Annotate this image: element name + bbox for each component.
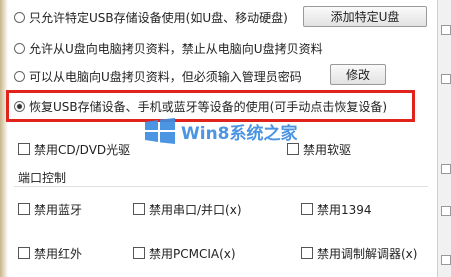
checkbox[interactable] bbox=[301, 247, 313, 259]
radio-label: 可以从电脑向U盘拷贝资料，但必须输入管理员密码 bbox=[29, 69, 302, 84]
port-control-heading: 端口控制 bbox=[18, 171, 67, 185]
radio-button[interactable] bbox=[14, 11, 25, 23]
checkbox-disable-cd-dvd[interactable]: 禁用CD/DVD光驱 bbox=[18, 140, 130, 158]
checkbox[interactable] bbox=[18, 247, 30, 259]
checkbox-disable-1394[interactable]: 禁用1394 bbox=[301, 200, 372, 218]
checkbox-disable-floppy[interactable]: 禁用软驱 bbox=[287, 140, 351, 158]
checkbox-disable-infrared[interactable]: 禁用红外 bbox=[18, 244, 82, 262]
add-specific-usb-button[interactable]: 添加特定U盘 bbox=[303, 6, 427, 27]
left-edge bbox=[0, 0, 8, 277]
checkbox-label: 禁用调制解调器(x) bbox=[317, 246, 418, 261]
radio-password-copy[interactable]: 可以从电脑向U盘拷贝资料，但必须输入管理员密码 bbox=[14, 67, 302, 85]
divider bbox=[14, 186, 428, 187]
checkbox-label: 禁用红外 bbox=[34, 246, 83, 261]
checkbox[interactable] bbox=[287, 143, 299, 155]
edge-checkbox[interactable] bbox=[441, 25, 451, 35]
checkbox[interactable] bbox=[133, 247, 145, 259]
checkbox-label: 禁用PCMCIA(x) bbox=[149, 246, 236, 261]
checkbox[interactable] bbox=[301, 203, 313, 215]
edge-checkbox[interactable] bbox=[441, 255, 451, 265]
edge-checkbox[interactable] bbox=[441, 206, 451, 216]
checkbox-label: 禁用蓝牙 bbox=[34, 202, 83, 217]
watermark: Win8系统之家 bbox=[145, 118, 298, 144]
checkbox-disable-bluetooth[interactable]: 禁用蓝牙 bbox=[18, 200, 82, 218]
radio-only-specific-usb[interactable]: 只允许特定USB存储设备使用(如U盘、移动硬盘) bbox=[14, 8, 288, 26]
checkbox[interactable] bbox=[133, 203, 145, 215]
modify-button[interactable]: 修改 bbox=[330, 64, 386, 85]
edge-checkbox[interactable] bbox=[441, 164, 451, 174]
watermark-text: Win8系统之家 bbox=[181, 123, 298, 144]
right-side-column bbox=[437, 0, 451, 277]
edge-checkbox[interactable] bbox=[441, 74, 451, 84]
windows-logo-icon bbox=[145, 118, 175, 144]
checkbox-disable-modem[interactable]: 禁用调制解调器(x) bbox=[301, 244, 417, 262]
radio-button[interactable] bbox=[14, 42, 25, 54]
checkbox[interactable] bbox=[18, 203, 30, 215]
radio-button[interactable] bbox=[14, 70, 25, 82]
checkbox-label: 禁用软驱 bbox=[303, 142, 352, 157]
checkbox-label: 禁用串口/并口(x) bbox=[149, 202, 242, 217]
checkbox[interactable] bbox=[18, 143, 30, 155]
radio-label: 只允许特定USB存储设备使用(如U盘、移动硬盘) bbox=[29, 10, 288, 25]
checkbox-label: 禁用CD/DVD光驱 bbox=[34, 142, 131, 157]
checkbox-disable-serial-parallel[interactable]: 禁用串口/并口(x) bbox=[133, 200, 242, 218]
radio-allow-usb-to-pc[interactable]: 允许从U盘向电脑拷贝资料，禁止从电脑向U盘拷贝资料 bbox=[14, 39, 323, 57]
checkbox-label: 禁用1394 bbox=[317, 202, 372, 217]
checkbox-disable-pcmcia[interactable]: 禁用PCMCIA(x) bbox=[133, 244, 236, 262]
radio-label: 允许从U盘向电脑拷贝资料，禁止从电脑向U盘拷贝资料 bbox=[29, 41, 323, 56]
